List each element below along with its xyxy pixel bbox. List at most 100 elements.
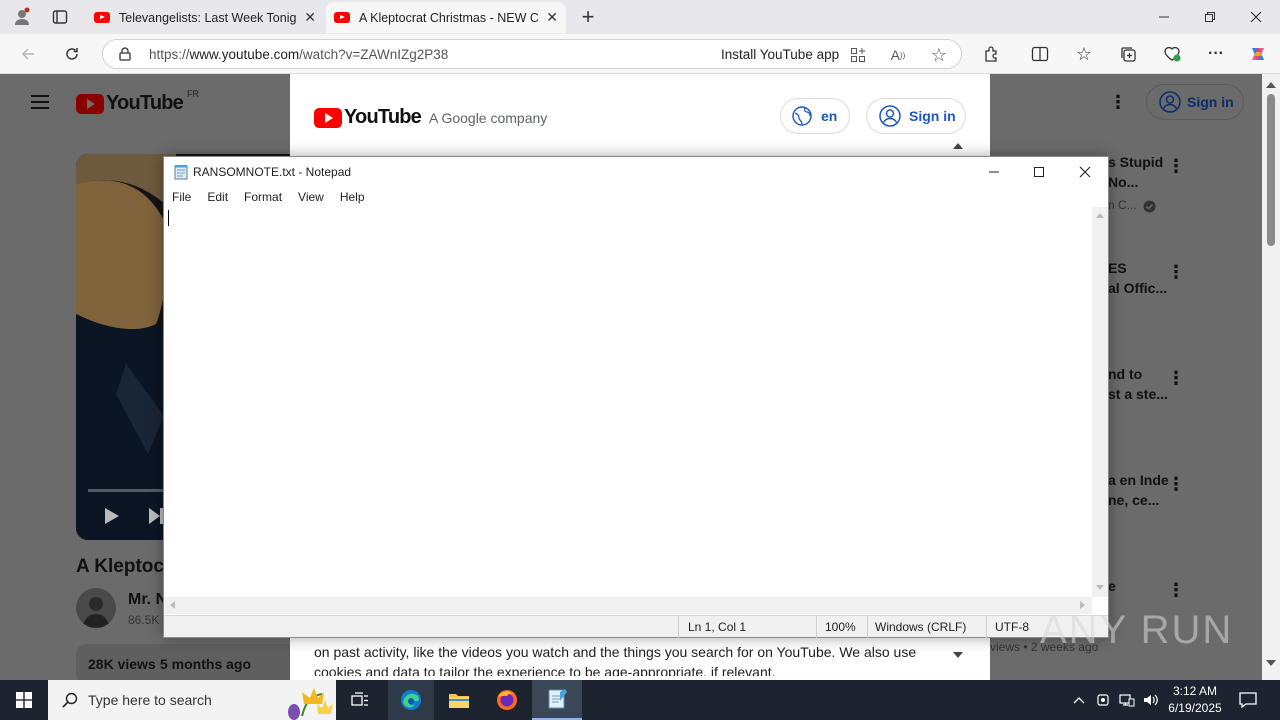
url-text[interactable]: https://www.youtube.com/watch?v=ZAWnIZg2… bbox=[149, 47, 448, 62]
channel-name[interactable]: Mr. N bbox=[128, 591, 167, 609]
search-highlight-flowers-icon bbox=[288, 688, 333, 720]
close-tab-icon[interactable]: ✕ bbox=[304, 9, 316, 26]
browser-essentials-icon[interactable] bbox=[1158, 40, 1186, 68]
sidebar-item[interactable]: nd to st a ste... bbox=[1108, 366, 1168, 402]
new-tab-icon[interactable]: + bbox=[574, 4, 602, 30]
channel-avatar[interactable] bbox=[76, 588, 116, 628]
cursor-position: Ln 1, Col 1 bbox=[688, 620, 747, 634]
consent-sign-in-button[interactable]: Sign in bbox=[866, 98, 966, 134]
edge-taskbar-icon[interactable] bbox=[388, 680, 434, 720]
lock-icon[interactable] bbox=[117, 46, 133, 62]
consent-scroll-down-icon[interactable] bbox=[953, 652, 963, 658]
tab-actions-icon[interactable] bbox=[46, 4, 74, 30]
network-icon[interactable] bbox=[1116, 680, 1138, 720]
settings-more-icon[interactable]: ⋮ bbox=[1106, 90, 1130, 114]
task-view-icon[interactable] bbox=[340, 680, 380, 720]
taskbar-search-box[interactable]: Type here to search bbox=[48, 680, 336, 720]
tab-strip: Televangelists: Last Week Tonight ✕ A Kl… bbox=[0, 0, 1280, 34]
refresh-icon[interactable] bbox=[58, 40, 86, 68]
consent-scroll-up-icon[interactable] bbox=[953, 143, 963, 149]
start-button-icon[interactable] bbox=[0, 680, 48, 720]
sidebar-item[interactable]: e bbox=[1108, 578, 1168, 594]
encoding: UTF-8 bbox=[995, 620, 1029, 634]
extensions-icon[interactable] bbox=[978, 40, 1006, 68]
read-aloud-icon[interactable]: A)) bbox=[889, 46, 907, 64]
notepad-maximize-icon[interactable] bbox=[1017, 157, 1061, 187]
youtube-favicon-icon bbox=[334, 12, 350, 23]
more-menu-icon[interactable]: ··· bbox=[1202, 40, 1230, 68]
scroll-left-arrow-icon[interactable] bbox=[170, 601, 175, 609]
menu-format[interactable]: Format bbox=[236, 190, 290, 204]
text-cursor bbox=[168, 210, 169, 226]
youtube-logo[interactable]: YouTube FR bbox=[76, 89, 199, 115]
menu-help[interactable]: Help bbox=[332, 190, 373, 204]
split-screen-icon[interactable] bbox=[1026, 40, 1054, 68]
install-app-label[interactable]: Install YouTube app bbox=[721, 47, 839, 62]
notepad-text-area[interactable] bbox=[164, 207, 1092, 597]
scroll-up-arrow-icon[interactable] bbox=[1096, 213, 1104, 218]
sidebar-more-icon[interactable]: ⋮ bbox=[1166, 154, 1186, 178]
menu-edit[interactable]: Edit bbox=[199, 190, 236, 204]
favorite-star-icon[interactable]: ☆ bbox=[929, 45, 949, 65]
notepad-menubar: File Edit Format View Help bbox=[164, 187, 1108, 207]
collections-icon[interactable] bbox=[1114, 40, 1142, 68]
menu-view[interactable]: View bbox=[290, 190, 332, 204]
minimize-icon[interactable] bbox=[1146, 2, 1182, 32]
youtube-play-logo-icon bbox=[76, 93, 104, 114]
profile-icon[interactable] bbox=[8, 4, 36, 30]
back-icon[interactable] bbox=[14, 40, 42, 68]
account-icon bbox=[1159, 91, 1181, 113]
upload-age: 5 months ago bbox=[160, 656, 252, 672]
scroll-down-arrow-icon[interactable] bbox=[1096, 585, 1104, 590]
sidebar-more-icon[interactable]: ⋮ bbox=[1166, 366, 1186, 390]
search-icon bbox=[62, 692, 78, 708]
subscriber-count: 86.5K bbox=[128, 613, 160, 627]
firefox-icon[interactable] bbox=[484, 680, 530, 720]
volume-icon[interactable] bbox=[1140, 680, 1162, 720]
file-explorer-icon[interactable] bbox=[436, 680, 482, 720]
video-frame-thumbnail bbox=[76, 154, 176, 540]
notepad-close-icon[interactable] bbox=[1062, 157, 1108, 187]
youtube-sign-in-button[interactable]: Sign in bbox=[1146, 84, 1244, 120]
notifications-icon[interactable] bbox=[1234, 680, 1262, 720]
notepad-vertical-scrollbar[interactable] bbox=[1092, 207, 1108, 597]
restore-icon[interactable] bbox=[1192, 2, 1228, 32]
scroll-down-arrow-icon[interactable] bbox=[1266, 660, 1276, 666]
favorites-icon[interactable]: ☆ bbox=[1070, 40, 1098, 68]
show-hidden-icons-icon[interactable] bbox=[1068, 680, 1090, 720]
notepad-app-icon bbox=[173, 164, 189, 180]
scrollbar-thumb[interactable] bbox=[1267, 94, 1275, 246]
sidebar-more-icon[interactable]: ⋮ bbox=[1166, 578, 1186, 602]
device-icon[interactable] bbox=[1092, 680, 1114, 720]
install-app-icon[interactable] bbox=[849, 46, 867, 64]
sidebar-item[interactable]: a en Inde ne, ce... bbox=[1108, 472, 1169, 508]
address-bar[interactable]: https://www.youtube.com/watch?v=ZAWnIZg2… bbox=[102, 39, 962, 69]
sidebar-item[interactable]: s Stupid No... n C... bbox=[1108, 154, 1168, 212]
notepad-statusbar: Ln 1, Col 1 100% Windows (CRLF) UTF-8 bbox=[164, 615, 1108, 638]
notepad-titlebar[interactable]: RANSOMNOTE.txt - Notepad bbox=[164, 157, 1108, 187]
video-title: A Kleptoc bbox=[76, 556, 164, 577]
close-tab-icon[interactable]: ✕ bbox=[546, 9, 558, 26]
close-window-icon[interactable] bbox=[1238, 2, 1274, 32]
sidebar-item[interactable]: ES al Offic... bbox=[1108, 260, 1168, 296]
menu-file[interactable]: File bbox=[164, 190, 199, 204]
tab-televangelists[interactable]: Televangelists: Last Week Tonight ✕ bbox=[86, 2, 324, 33]
notepad-minimize-icon[interactable] bbox=[972, 157, 1016, 187]
play-icon[interactable] bbox=[100, 504, 124, 528]
verified-badge-icon bbox=[1142, 199, 1156, 213]
hamburger-menu-icon[interactable] bbox=[28, 90, 52, 114]
scroll-up-arrow-icon[interactable] bbox=[1266, 82, 1276, 88]
tab-kleptocrat[interactable]: A Kleptocrat Christmas - NEW CH ✕ bbox=[326, 2, 566, 33]
youtube-favicon-icon bbox=[94, 12, 110, 23]
sidebar-more-icon[interactable]: ⋮ bbox=[1166, 260, 1186, 284]
copilot-icon[interactable] bbox=[1244, 40, 1272, 68]
zoom-level: 100% bbox=[825, 620, 856, 634]
page-scrollbar[interactable] bbox=[1262, 74, 1280, 680]
view-count: 28K views bbox=[88, 656, 156, 672]
notepad-horizontal-scrollbar[interactable] bbox=[164, 597, 1092, 614]
sidebar-more-icon[interactable]: ⋮ bbox=[1166, 472, 1186, 496]
globe-icon bbox=[792, 106, 812, 126]
notepad-taskbar-icon[interactable] bbox=[532, 680, 582, 720]
clock[interactable]: 3:12 AM 6/19/2025 bbox=[1166, 683, 1224, 717]
language-button[interactable]: en bbox=[780, 98, 850, 134]
